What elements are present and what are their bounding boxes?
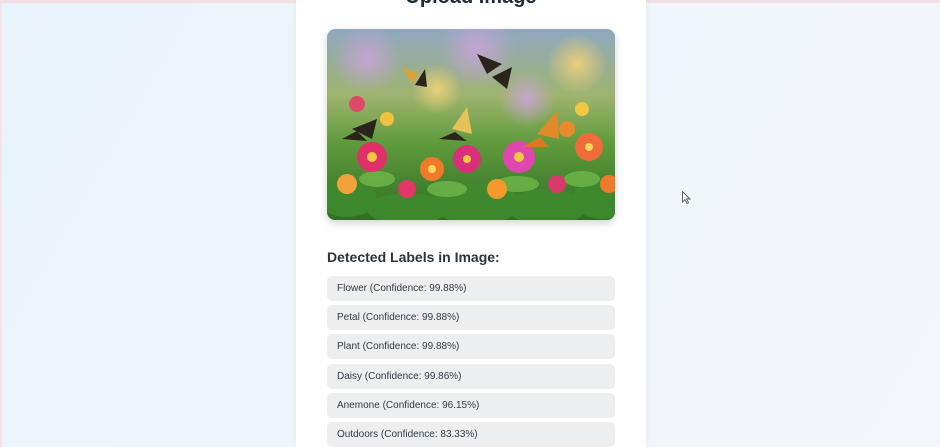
label-item: Plant (Confidence: 99.88%) — [327, 334, 615, 360]
labels-heading: Detected Labels in Image: — [327, 249, 500, 265]
label-item: Outdoors (Confidence: 83.33%) — [327, 421, 615, 447]
label-item: Petal (Confidence: 99.88%) — [327, 305, 615, 331]
uploaded-image — [327, 29, 615, 220]
page-title: Upload Image — [296, 0, 646, 9]
label-item: Anemone (Confidence: 96.15%) — [327, 392, 615, 418]
left-border — [0, 0, 2, 447]
label-item: Daisy (Confidence: 99.86%) — [327, 363, 615, 389]
label-item: Flower (Confidence: 99.88%) — [327, 276, 615, 301]
mouse-cursor-icon — [682, 190, 692, 209]
main-card: Upload Image — [296, 0, 646, 447]
labels-list: Flower (Confidence: 99.88%) Petal (Confi… — [327, 276, 615, 447]
